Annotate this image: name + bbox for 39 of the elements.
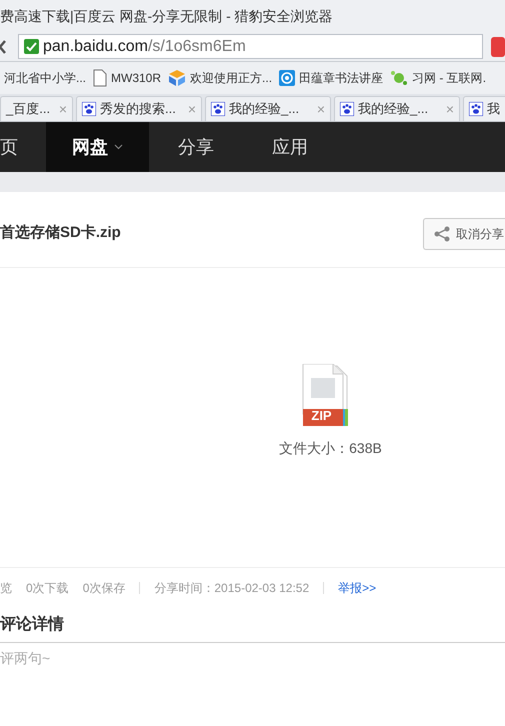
file-type-label: ZIP (311, 408, 332, 424)
target-icon[interactable] (279, 70, 296, 86)
bookmark-link[interactable]: 习网 - 互联网. (412, 69, 486, 87)
paw-icon (340, 102, 354, 116)
paw-icon (469, 102, 483, 116)
url-text: pan.baidu.com/s/1o6sm6Em (43, 36, 246, 56)
page-icon[interactable] (93, 69, 108, 87)
browser-tab[interactable]: 我的经验_... × (205, 96, 331, 121)
nav-tab[interactable]: 网盘 (46, 122, 149, 172)
browser-tab[interactable]: 秀发的搜索... × (76, 96, 202, 121)
bookmark-link[interactable]: 田蕴章书法讲座 (299, 69, 384, 87)
browser-tab[interactable]: 我 (463, 96, 505, 121)
bookmark-link[interactable]: 欢迎使用正方... (190, 69, 272, 87)
stat-text: 0次下载 (26, 580, 69, 596)
file-name: 首选存储SD卡.zip (0, 223, 121, 244)
nav-tab[interactable]: 应用 (243, 122, 337, 172)
bookmark-link[interactable]: MW310R (111, 69, 162, 87)
stat-text: 分享时间：2015-02-03 12:52 (154, 580, 310, 596)
file-size: 文件大小：638B (279, 439, 382, 458)
comment-field[interactable]: 评两句~ (0, 643, 505, 673)
stat-text: 0次保存 (82, 580, 126, 596)
bookmark-link[interactable]: 河北省中小学... (4, 69, 86, 87)
comments-heading: 评论详情 (0, 614, 64, 634)
browser-tab[interactable]: 我的经验_... × (334, 96, 460, 121)
report-link[interactable]: 举报>> (338, 578, 376, 596)
back-icon[interactable] (0, 40, 8, 54)
leaf-icon[interactable] (390, 69, 408, 87)
app-icon[interactable] (491, 36, 505, 56)
stat-text: 览 (0, 580, 12, 596)
share-icon (434, 226, 450, 242)
browser-tab[interactable]: _百度... × (0, 96, 73, 121)
window-title: 费高速下载|百度云 网盘-分享无限制 - 猎豹安全浏览器 (0, 6, 333, 26)
unshare-button[interactable]: 取消分享 (423, 218, 505, 250)
nav-tab[interactable]: 分享 (149, 122, 243, 172)
nav-tab[interactable]: 页 (0, 122, 46, 172)
cube-icon[interactable] (168, 69, 186, 87)
address-field[interactable]: pan.baidu.com/s/1o6sm6Em (18, 34, 483, 59)
paw-icon (211, 102, 225, 116)
paw-icon (82, 102, 96, 116)
